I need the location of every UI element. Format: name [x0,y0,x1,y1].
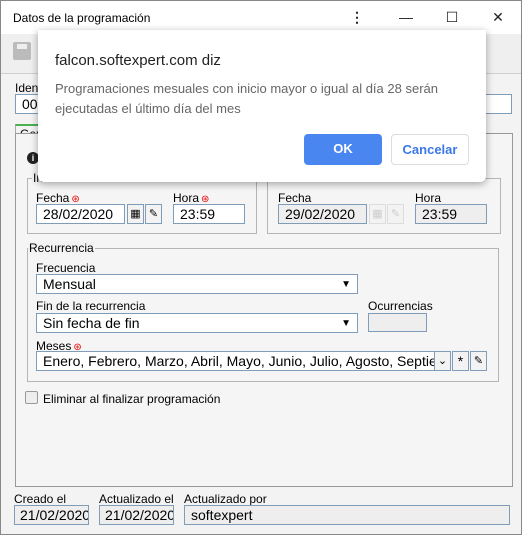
recurrence-end-label: Fin de la recurrencia [36,299,146,313]
window-title: Datos de la programación [13,11,151,25]
frequency-label: Frecuencia [36,261,96,275]
start-time-label: Hora ⊛ [173,191,210,205]
calendar-icon: ▦ [369,204,386,224]
minimize-icon[interactable]: — [391,5,421,29]
updated-input: 21/02/2020 [99,505,174,525]
occurrences-input [368,313,427,332]
alert-dialog: falcon.softexpert.com diz Programaciones… [38,30,486,182]
months-input[interactable]: Enero, Febrero, Marzo, Abril, Mayo, Juni… [36,351,435,371]
dialog-message-line2: ejecutadas el último día del mes [55,101,241,116]
delete-on-finish-checkbox[interactable] [25,391,38,404]
created-input: 21/02/2020 [14,505,89,525]
save-icon[interactable] [13,42,31,60]
maximize-icon[interactable]: ☐ [437,5,467,29]
next-date-input: 29/02/2020 [278,204,367,224]
dropdown-arrow-icon: ▼ [341,279,351,290]
next-time-label: Hora [415,191,442,205]
updated-label: Actualizado el [99,492,174,506]
start-date-input[interactable]: 28/02/2020 [36,204,125,224]
chevron-down-icon[interactable]: ⌄ [434,351,451,371]
kebab-icon[interactable]: ⋮ [342,5,372,29]
delete-on-finish-label: Eliminar al finalizar programación [43,392,221,406]
next-date-label: Fecha [278,191,312,205]
clear-brush-icon[interactable]: ✎ [145,204,162,224]
occurrences-label: Ocurrencias [368,299,433,313]
select-all-icon[interactable]: * [452,351,469,371]
clear-brush-icon[interactable]: ✎ [470,351,487,371]
updated-by-input: softexpert [184,505,510,525]
dialog-title: falcon.softexpert.com diz [55,52,221,69]
close-icon[interactable]: ✕ [483,5,513,29]
recurrence-end-select[interactable]: Sin fecha de fin ▼ [36,313,358,333]
calendar-icon[interactable]: ▦ [127,204,144,224]
dropdown-arrow-icon: ▼ [341,318,351,329]
created-label: Creado el [14,492,67,506]
updated-by-label: Actualizado por [184,492,267,506]
start-date-label: Fecha ⊛ [36,191,80,205]
frequency-select[interactable]: Mensual ▼ [36,274,358,294]
next-time-input: 23:59 [415,204,487,224]
start-time-input[interactable]: 23:59 [173,204,245,224]
ok-button[interactable]: OK [304,134,382,165]
dialog-message-line1: Programaciones mesuales con inicio mayor… [55,81,438,96]
clear-brush-icon: ✎ [387,204,404,224]
cancel-button[interactable]: Cancelar [391,134,469,165]
